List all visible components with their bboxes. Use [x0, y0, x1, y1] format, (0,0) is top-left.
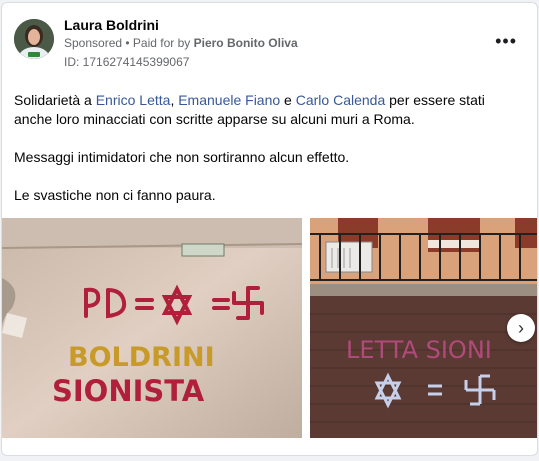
avatar[interactable]: [14, 19, 54, 59]
sponsored-label: Sponsored: [64, 36, 123, 50]
paragraph-3: Le svastiche non ci fanno paura.: [14, 187, 216, 203]
next-photo-button[interactable]: ›: [507, 314, 535, 342]
paid-for-prefix: Paid for by: [132, 36, 194, 50]
paragraph-2: Messaggi intimidatori che non sortiranno…: [14, 149, 350, 165]
photo-carousel: BOLDRINI SIONISTA LETTA SIONI: [2, 218, 537, 440]
sponsored-post-card: Laura Boldrini Sponsored • Paid for by P…: [1, 2, 538, 456]
photo-1[interactable]: BOLDRINI SIONISTA: [2, 218, 302, 438]
post-text: Solidarietà a Enrico Letta, Emanuele Fia…: [14, 91, 524, 224]
link-carlo-calenda[interactable]: Carlo Calenda: [296, 92, 386, 108]
paid-for-name: Piero Bonito Oliva: [193, 36, 298, 50]
graffiti-sionista: SIONISTA: [52, 374, 205, 408]
link-enrico-letta[interactable]: Enrico Letta: [96, 92, 171, 108]
graffiti-boldrini: BOLDRINI: [68, 342, 215, 373]
separator: •: [122, 36, 133, 50]
photo-2[interactable]: LETTA SIONI: [310, 218, 537, 438]
link-emanuele-fiano[interactable]: Emanuele Fiano: [178, 92, 280, 108]
paragraph-1: Solidarietà a Enrico Letta, Emanuele Fia…: [14, 92, 485, 127]
post-header: Laura Boldrini Sponsored • Paid for by P…: [2, 3, 537, 75]
more-options-button[interactable]: •••: [495, 31, 517, 52]
sponsored-info: Sponsored • Paid for by Piero Bonito Oli…: [64, 36, 298, 50]
author-name[interactable]: Laura Boldrini: [64, 17, 159, 33]
graffiti-letta-sioni: LETTA SIONI: [346, 336, 492, 364]
ad-id: ID: 1716274145399067: [64, 55, 190, 69]
